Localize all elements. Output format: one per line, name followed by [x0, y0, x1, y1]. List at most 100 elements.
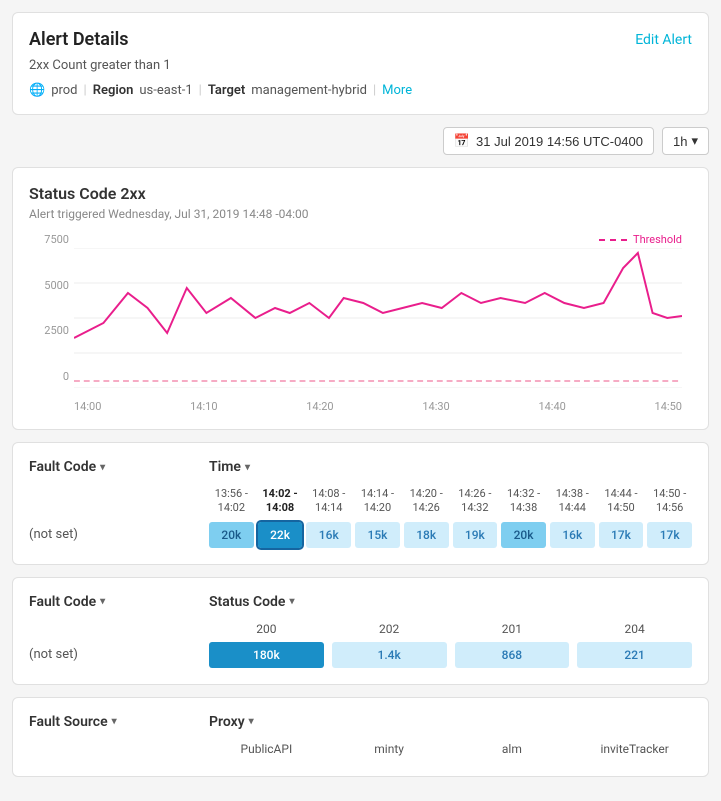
fault-source-card: Fault Source ▾ Proxy ▾ PublicAPI minty alm… — [12, 697, 709, 777]
status-data-cell-0: 180k — [209, 642, 324, 668]
date-picker-button[interactable]: 📅 31 Jul 2019 14:56 UTC-0400 — [443, 127, 654, 155]
alert-details-card: Alert Details Edit Alert 2xx Count great… — [12, 12, 709, 115]
x-label-1410: 14:10 — [190, 400, 217, 413]
status-code-label: Status Code — [209, 594, 285, 610]
controls-row: 📅 31 Jul 2019 14:56 UTC-0400 1h ▾ — [12, 127, 709, 155]
status-fault-dropdown-arrow: ▾ — [100, 596, 105, 607]
time-range-select[interactable]: 1h ▾ — [662, 127, 709, 155]
status-fault-code-label: Fault Code — [29, 594, 96, 610]
status-headers-row: 200 202 201 204 — [29, 622, 692, 642]
region-value: us-east-1 — [139, 83, 192, 98]
proxy-dropdown-arrow: ▾ — [249, 716, 254, 727]
time-row-data: 20k22k16k15k18k19k20k16k17k17k — [209, 522, 692, 548]
alert-details-header: Alert Details Edit Alert — [29, 29, 692, 50]
date-value: 31 Jul 2019 14:56 UTC-0400 — [476, 134, 643, 149]
time-col-header-7: 14:38 -14:44 — [550, 487, 595, 522]
status-col-header-3: 204 — [577, 622, 692, 642]
alert-meta: 🌐 prod | Region us-east-1 | Target manag… — [29, 83, 692, 98]
y-label-0: 0 — [29, 370, 69, 383]
more-link[interactable]: More — [382, 83, 412, 98]
edit-alert-link[interactable]: Edit Alert — [635, 32, 692, 48]
y-label-5000: 5000 — [29, 279, 69, 292]
time-headers-row: 13:56 -14:0214:02 -14:0814:08 -14:1414:1… — [29, 487, 692, 522]
time-col-header-0: 13:56 -14:02 — [209, 487, 254, 522]
target-value: management-hybrid — [251, 83, 367, 98]
y-axis: 7500 5000 2500 0 — [29, 233, 69, 383]
time-table-headers: Fault Code ▾ Time ▾ — [29, 459, 692, 475]
time-data-cell-1: 22k — [258, 522, 303, 548]
fault-code-col-header[interactable]: Fault Code ▾ — [29, 459, 209, 475]
time-col-header-6: 14:32 -14:38 — [501, 487, 546, 522]
chart-svg — [74, 248, 682, 388]
env-value: prod — [51, 83, 77, 98]
target-label: Target — [208, 83, 245, 98]
chart-container: Threshold 7500 5000 2500 0 14:00 14:10 1… — [74, 233, 682, 413]
time-col-header-3: 14:14 -14:20 — [355, 487, 400, 522]
time-data-cell-2: 16k — [306, 522, 351, 548]
status-fault-code-header[interactable]: Fault Code ▾ — [29, 594, 209, 610]
chart-title: Status Code 2xx — [29, 184, 692, 203]
time-label: Time — [209, 459, 241, 475]
time-col-header-5: 14:26 -14:32 — [453, 487, 498, 522]
chart-subtitle: Alert triggered Wednesday, Jul 31, 2019 … — [29, 207, 692, 221]
time-data-cell-3: 15k — [355, 522, 400, 548]
time-col-header-8: 14:44 -14:50 — [599, 487, 644, 522]
time-data-row: (not set) 20k22k16k15k18k19k20k16k17k17k — [29, 522, 692, 548]
x-axis: 14:00 14:10 14:20 14:30 14:40 14:50 — [74, 393, 682, 413]
x-label-1420: 14:20 — [306, 400, 333, 413]
time-dropdown-arrow: ▾ — [245, 462, 250, 473]
status-data-cell-3: 221 — [577, 642, 692, 668]
x-label-1440: 14:40 — [538, 400, 565, 413]
status-table-card: Fault Code ▾ Status Code ▾ 200202201204 … — [12, 577, 709, 685]
x-label-1400: 14:00 — [74, 400, 101, 413]
time-data-cell-8: 17k — [599, 522, 644, 548]
time-col-header-4: 14:20 -14:26 — [404, 487, 449, 522]
threshold-dash-icon — [599, 239, 627, 241]
status-col-header-2: 201 — [455, 622, 570, 642]
time-col-header-1: 14:02 -14:08 — [258, 487, 303, 522]
alert-title: Alert Details — [29, 29, 129, 50]
status-col-header-0: 200 — [209, 622, 324, 642]
chart-card: Status Code 2xx Alert triggered Wednesda… — [12, 167, 709, 430]
fault-source-headers: Fault Source ▾ Proxy ▾ — [29, 714, 692, 730]
fault-source-col-header[interactable]: Fault Source ▾ — [29, 714, 209, 730]
time-col-header[interactable]: Time ▾ — [209, 459, 692, 475]
x-label-1450: 14:50 — [655, 400, 682, 413]
status-data-cell-1: 1.4k — [332, 642, 447, 668]
x-label-1430: 14:30 — [422, 400, 449, 413]
alert-condition: 2xx Count greater than 1 — [29, 58, 692, 73]
status-data-cell-2: 868 — [455, 642, 570, 668]
time-data-cell-6: 20k — [501, 522, 546, 548]
region-label: Region — [93, 83, 134, 98]
time-data-cell-5: 19k — [453, 522, 498, 548]
status-code-col-header[interactable]: Status Code ▾ — [209, 594, 692, 610]
time-data-cell-7: 16k — [550, 522, 595, 548]
proxy-col-header-3: inviteTracker — [577, 742, 692, 756]
globe-icon: 🌐 — [29, 83, 45, 98]
fault-source-label: Fault Source — [29, 714, 108, 730]
fault-code-dropdown-arrow: ▾ — [100, 462, 105, 473]
time-cols: 13:56 -14:0214:02 -14:0814:08 -14:1414:1… — [209, 487, 692, 522]
time-data-cell-0: 20k — [209, 522, 254, 548]
y-label-7500: 7500 — [29, 233, 69, 246]
time-col-header-2: 14:08 -14:14 — [306, 487, 351, 522]
fault-source-dropdown-arrow: ▾ — [112, 716, 117, 727]
proxy-headers-row: PublicAPI minty alm inviteTracker — [29, 742, 692, 756]
fault-code-label: Fault Code — [29, 459, 96, 475]
proxy-label: Proxy — [209, 714, 245, 730]
proxy-col-header-1: minty — [332, 742, 447, 756]
time-data-cell-9: 17k — [647, 522, 692, 548]
calendar-icon: 📅 — [454, 133, 470, 149]
status-col-header-1: 202 — [332, 622, 447, 642]
status-row-data: 180k 1.4k 868 221 — [209, 642, 692, 668]
time-row-label: (not set) — [29, 523, 209, 546]
status-code-dropdown-arrow: ▾ — [289, 596, 294, 607]
status-data-row: (not set) 180k 1.4k 868 221 — [29, 642, 692, 668]
proxy-col-header-2: alm — [455, 742, 570, 756]
dropdown-arrow-icon: ▾ — [691, 133, 698, 149]
status-row-label: (not set) — [29, 643, 209, 666]
proxy-cols: PublicAPI minty alm inviteTracker — [209, 742, 692, 756]
status-cols: 200 202 201 204 — [209, 622, 692, 642]
proxy-col-header[interactable]: Proxy ▾ — [209, 714, 692, 730]
proxy-col-header-0: PublicAPI — [209, 742, 324, 756]
